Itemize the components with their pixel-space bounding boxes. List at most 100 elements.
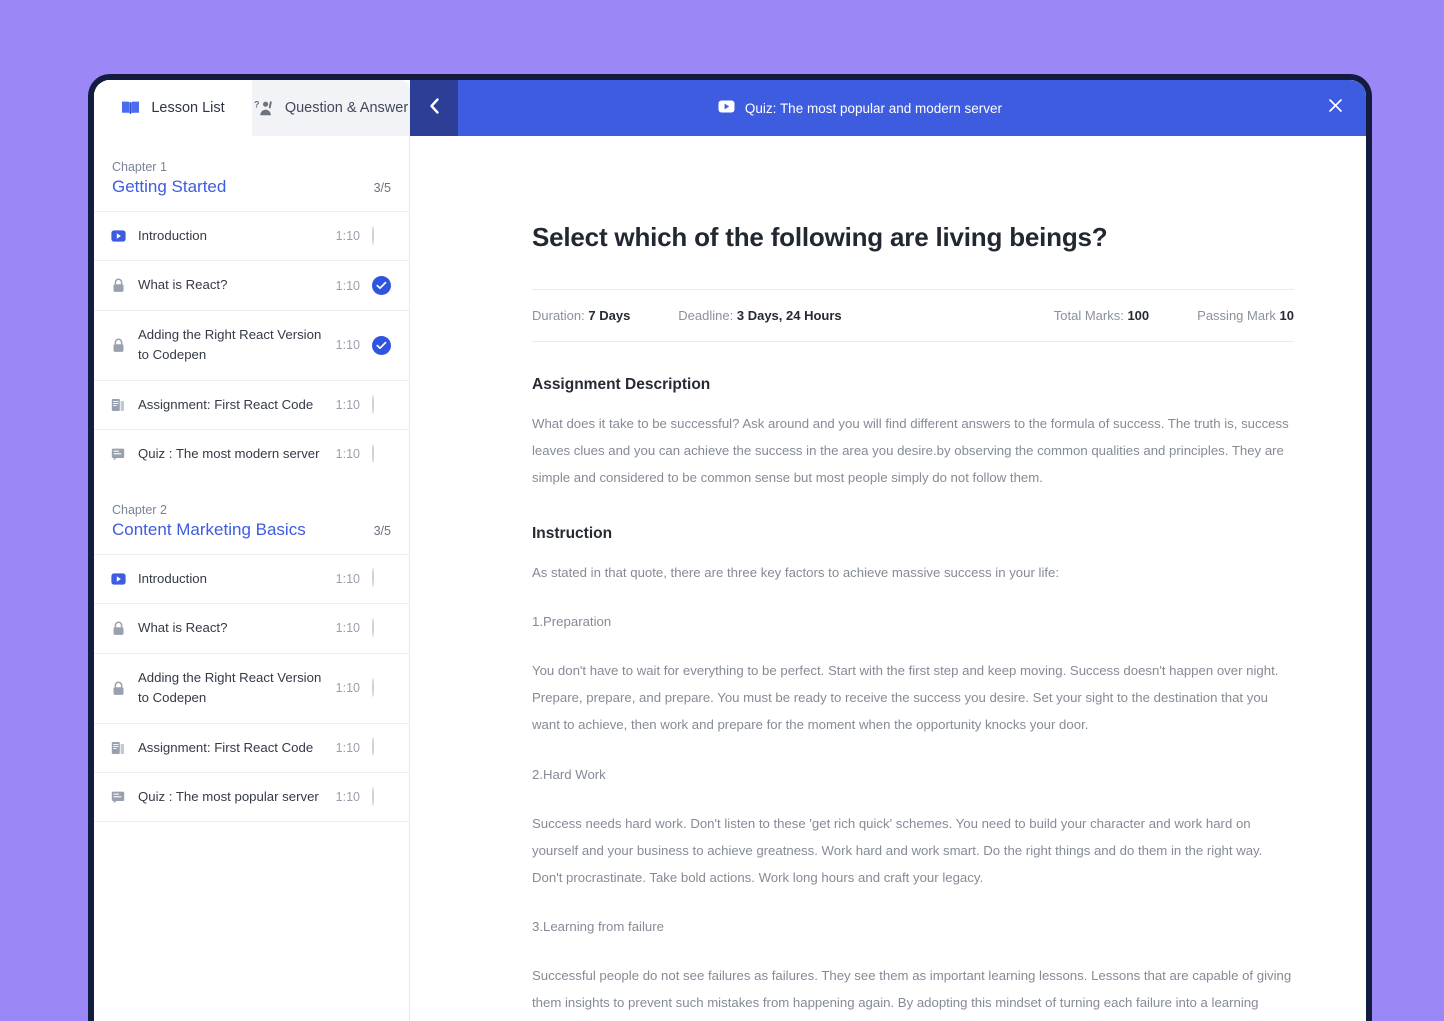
point2-heading: 2.Hard Work [532, 766, 606, 782]
svg-text:?: ? [254, 99, 260, 109]
incomplete-circle-icon [372, 568, 374, 588]
content-header-bar: Quiz: The most popular and modern server [458, 80, 1366, 136]
chapter-progress-count: 3/5 [373, 181, 391, 195]
status-badge[interactable] [372, 394, 391, 415]
chevron-left-icon [428, 97, 441, 120]
main-content: Select which of the following are living… [410, 136, 1366, 1021]
chapter-header-text: Chapter 1 Getting Started [112, 160, 226, 197]
list-item-label: Assignment: First React Code [138, 396, 314, 412]
status-badge[interactable] [372, 617, 391, 638]
incomplete-circle-icon [372, 617, 374, 637]
incomplete-circle-icon [372, 443, 374, 463]
list-item[interactable]: Assignment: First React Code 1:10 [94, 722, 409, 772]
app-window: Lesson List ? Question & Answer Quiz: Th… [88, 74, 1372, 1021]
list-item-duration: 1:10 [335, 621, 360, 636]
quiz-icon [110, 447, 126, 461]
complete-check-icon [372, 335, 391, 355]
chapter-title: Getting Started [112, 177, 227, 196]
incomplete-circle-icon [372, 225, 374, 245]
point1-heading: 1.Preparation [532, 614, 612, 630]
assignment-icon [110, 741, 126, 755]
status-badge[interactable] [372, 276, 391, 296]
list-item-duration: 1:10 [335, 740, 360, 755]
chapter-progress-count: 3/5 [373, 523, 391, 538]
list-item[interactable]: Quiz : The most popular server 1:10 [94, 771, 409, 823]
tab-question-answer-label: Question & Answer [284, 100, 409, 116]
video-play-icon [110, 230, 126, 242]
meta-total-marks-label: Total Marks: [1053, 308, 1124, 323]
meta-right-group: Total Marks: 100 Passing Mark 10 [1054, 308, 1294, 323]
tab-bar: Lesson List ? Question & Answer [94, 80, 410, 136]
meta-duration: Duration: 7 Days [532, 308, 630, 323]
chapter-header[interactable]: Chapter 2 Content Marketing Basics 3/5 [94, 479, 409, 554]
list-item-label: Adding the Right React Version to Codepe… [138, 669, 322, 706]
top-bar: Lesson List ? Question & Answer Quiz: Th… [94, 80, 1366, 136]
list-item[interactable]: Introduction 1:10 [94, 211, 409, 260]
incomplete-circle-icon [372, 394, 374, 414]
list-item-label: Quiz : The most popular server [138, 788, 319, 804]
header-title-group: Quiz: The most popular and modern server [718, 100, 1002, 116]
window-body: Chapter 1 Getting Started 3/5 Introducti… [94, 136, 1366, 1021]
list-item-duration: 1:10 [335, 681, 360, 696]
list-item[interactable]: What is React? 1:10 [94, 260, 409, 309]
divider [532, 341, 1294, 342]
chapter-title: Content Marketing Basics [112, 519, 306, 539]
meta-deadline-value: 3 Days, 24 Hours [736, 308, 842, 323]
incomplete-circle-icon [372, 737, 374, 757]
lock-icon [110, 621, 126, 636]
incomplete-circle-icon [372, 677, 374, 697]
lesson-sidebar: Chapter 1 Getting Started 3/5 Introducti… [94, 136, 410, 1021]
description-heading: Assignment Description [532, 376, 711, 393]
status-badge[interactable] [372, 677, 391, 698]
status-badge[interactable] [372, 786, 391, 807]
tab-question-answer[interactable]: ? Question & Answer [252, 80, 410, 136]
tab-lesson-list[interactable]: Lesson List [94, 80, 252, 136]
list-item-label: What is React? [138, 620, 228, 636]
quiz-icon [110, 790, 126, 804]
chapter-number: Chapter 2 [112, 502, 167, 517]
video-play-icon [718, 100, 735, 116]
meta-duration-value: 7 Days [588, 308, 631, 323]
assignment-meta-row: Duration: 7 Days Deadline: 3 Days, 24 Ho… [532, 290, 1294, 341]
status-badge[interactable] [372, 225, 391, 246]
status-badge[interactable] [372, 443, 391, 464]
list-item-label: Assignment: First React Code [138, 739, 314, 755]
lock-icon [110, 338, 126, 353]
close-icon [1328, 98, 1343, 118]
meta-passing-mark-label: Passing Mark [1197, 308, 1276, 323]
question-person-icon: ? [254, 99, 274, 118]
list-item-duration: 1:10 [335, 790, 360, 805]
header-title: Quiz: The most popular and modern server [744, 100, 1003, 116]
list-item-duration: 1:10 [335, 398, 360, 413]
list-item[interactable]: What is React? 1:10 [94, 603, 409, 652]
point3-body: Successful people do not see failures as… [532, 967, 1292, 1010]
list-item[interactable]: Adding the Right React Version to Codepe… [94, 309, 409, 380]
status-badge[interactable] [372, 568, 391, 588]
meta-passing-mark: Passing Mark 10 [1197, 308, 1294, 323]
list-item-duration: 1:10 [335, 571, 360, 586]
list-item[interactable]: Adding the Right React Version to Codepe… [94, 652, 409, 723]
instruction-intro: As stated in that quote, there are three… [532, 565, 1060, 581]
close-button[interactable] [1322, 95, 1348, 121]
chapter-header[interactable]: Chapter 1 Getting Started 3/5 [94, 136, 409, 211]
description-body: What does it take to be successful? Ask … [532, 416, 1289, 486]
meta-total-marks: Total Marks: 100 [1054, 308, 1149, 323]
complete-check-icon [372, 276, 391, 296]
list-item-label: What is React? [138, 277, 228, 293]
incomplete-circle-icon [372, 786, 374, 806]
list-item-label: Adding the Right React Version to Codepe… [138, 326, 322, 363]
list-item-duration: 1:10 [335, 229, 360, 244]
status-badge[interactable] [372, 737, 391, 757]
list-item[interactable]: Introduction 1:10 [94, 553, 409, 603]
list-item[interactable]: Quiz : The most modern server 1:10 [94, 429, 409, 478]
list-item[interactable]: Assignment: First React Code 1:10 [94, 379, 409, 429]
list-item-label: Quiz : The most modern server [138, 446, 320, 462]
lock-icon [110, 681, 126, 696]
assignment-icon [110, 398, 126, 412]
video-play-icon [110, 573, 126, 585]
meta-deadline-label: Deadline: [678, 308, 734, 323]
assignment-panel: Select which of the following are living… [410, 136, 1366, 1021]
chapter-number: Chapter 1 [112, 160, 167, 174]
status-badge[interactable] [372, 335, 391, 355]
sidebar-collapse-button[interactable] [410, 80, 458, 136]
